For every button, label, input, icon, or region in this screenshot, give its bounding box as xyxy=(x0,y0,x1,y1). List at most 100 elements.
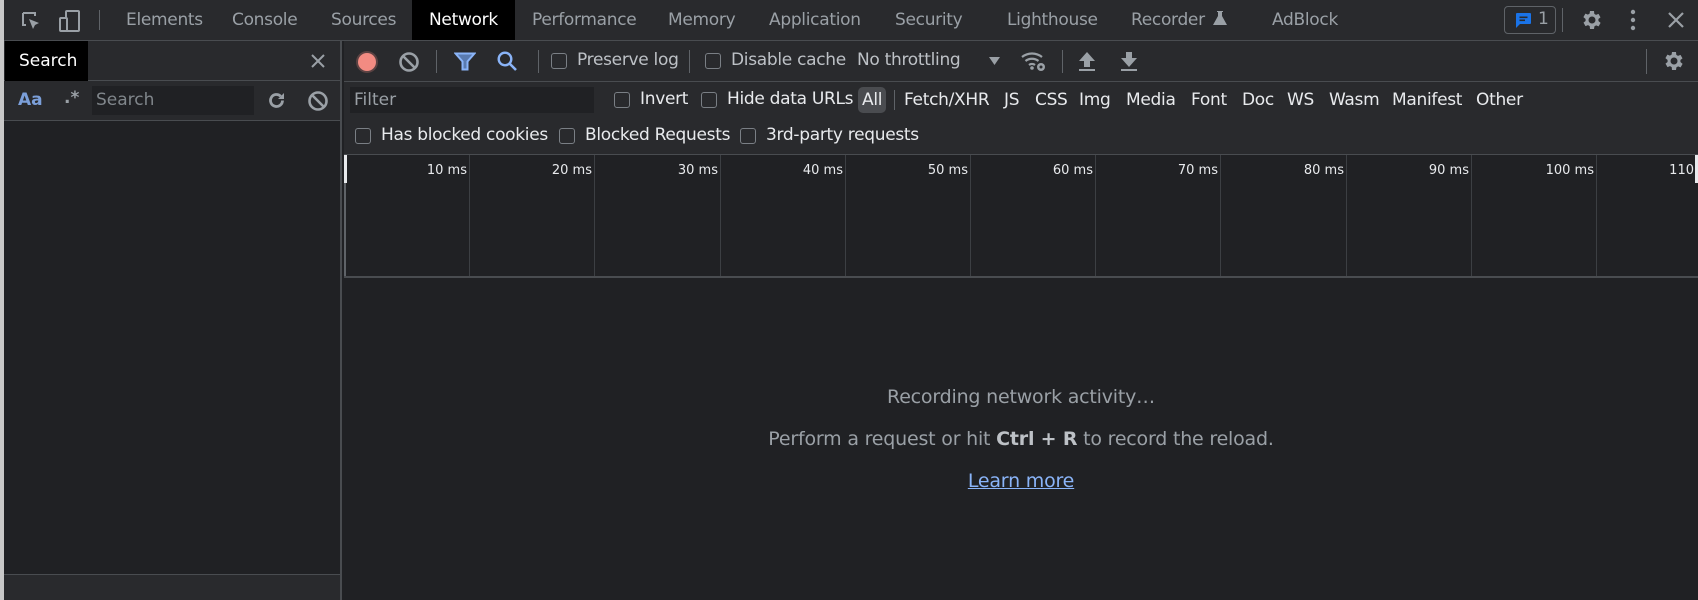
r-key: R xyxy=(1062,428,1078,450)
type-filter-manifest[interactable]: Manifest xyxy=(1392,82,1462,118)
timeline-tick-label: 20 ms xyxy=(551,163,592,178)
type-filter-font[interactable]: Font xyxy=(1191,82,1227,118)
divider xyxy=(538,50,539,73)
issues-badge[interactable]: 1 xyxy=(1504,6,1556,34)
experiment-flask-icon xyxy=(1212,11,1227,25)
throttling-select[interactable]: No throttling xyxy=(856,41,1006,81)
throttling-value: No throttling xyxy=(857,50,961,70)
preserve-log-label: Preserve log xyxy=(577,50,679,70)
timeline-gridline xyxy=(720,155,721,276)
timeline-tick-label: 40 ms xyxy=(802,163,843,178)
tab-console[interactable]: Console xyxy=(232,0,298,40)
tab-lighthouse[interactable]: Lighthouse xyxy=(1007,0,1098,40)
timeline-gridline xyxy=(1095,155,1096,276)
more-options-icon[interactable] xyxy=(1629,9,1637,31)
timeline-gridline xyxy=(469,155,470,276)
type-filter-wasm[interactable]: Wasm xyxy=(1329,82,1380,118)
recording-message: Recording network activity… xyxy=(887,386,1155,408)
third-party-requests-label: 3rd-party requests xyxy=(766,125,919,145)
timeline-overview[interactable]: 10 ms 20 ms 30 ms 40 ms 50 ms 60 ms 70 ms 80 ms… xyxy=(344,155,1698,278)
timeline-tick-label: 30 ms xyxy=(677,163,718,178)
type-filter-media[interactable]: Media xyxy=(1126,82,1176,118)
match-case-toggle[interactable]: Aa xyxy=(18,90,43,110)
filter-funnel-icon[interactable] xyxy=(454,52,476,72)
invert-checkbox[interactable] xyxy=(614,92,630,108)
preserve-log-checkbox[interactable] xyxy=(551,53,567,69)
timeline-gridline xyxy=(1471,155,1472,276)
hide-data-urls-checkbox[interactable] xyxy=(701,92,717,108)
network-settings-gear-icon[interactable] xyxy=(1662,49,1686,73)
reload-hint: Perform a request or hit Ctrl + R to rec… xyxy=(344,428,1698,450)
learn-more-link[interactable]: Learn more xyxy=(968,470,1075,492)
timeline-gridline xyxy=(1346,155,1347,276)
close-devtools-icon[interactable] xyxy=(1667,11,1685,29)
timeline-tick-label: 110 xyxy=(1669,163,1694,178)
tab-adblock[interactable]: AdBlock xyxy=(1272,0,1338,40)
devtools-tab-bar: Elements Console Sources Network Perform… xyxy=(4,0,1698,41)
invert-label: Invert xyxy=(640,89,689,109)
close-search-icon[interactable] xyxy=(310,53,326,69)
inspect-element-icon[interactable] xyxy=(20,10,42,32)
tab-sources[interactable]: Sources xyxy=(331,0,396,40)
tab-performance[interactable]: Performance xyxy=(532,0,637,40)
tab-recorder[interactable]: Recorder xyxy=(1131,0,1227,40)
clear-search-icon[interactable] xyxy=(307,90,329,112)
tab-elements[interactable]: Elements xyxy=(126,0,203,40)
divider xyxy=(436,50,437,73)
import-har-icon[interactable] xyxy=(1078,50,1096,72)
reload-hint-post: to record the reload. xyxy=(1077,428,1274,450)
timeline-gridline xyxy=(970,155,971,276)
type-filter-other[interactable]: Other xyxy=(1476,82,1523,118)
search-options-row: Aa .* Search xyxy=(4,81,340,121)
network-conditions-icon[interactable] xyxy=(1020,49,1048,73)
type-filter-css[interactable]: CSS xyxy=(1035,82,1068,118)
blocked-requests-checkbox[interactable] xyxy=(559,128,575,144)
search-drawer-tab[interactable]: Search xyxy=(5,41,88,81)
type-filter-js[interactable]: JS xyxy=(1004,82,1020,118)
settings-gear-icon[interactable] xyxy=(1580,8,1604,32)
regex-toggle[interactable]: .* xyxy=(64,88,79,108)
tab-application[interactable]: Application xyxy=(769,0,861,40)
timeline-tick-label: 90 ms xyxy=(1428,163,1469,178)
ctrl-key: Ctrl xyxy=(996,428,1035,450)
timeline-tick-label: 100 ms xyxy=(1545,163,1594,178)
timeline-tick-label: 60 ms xyxy=(1052,163,1093,178)
network-toolbar: Preserve log Disable cache No throttling xyxy=(344,41,1698,82)
record-button[interactable] xyxy=(355,50,379,74)
device-toolbar-icon[interactable] xyxy=(58,9,82,33)
divider xyxy=(99,10,100,30)
clear-log-icon[interactable] xyxy=(398,51,420,73)
tab-security[interactable]: Security xyxy=(895,0,963,40)
blocked-requests-label: Blocked Requests xyxy=(585,125,731,145)
refresh-icon[interactable] xyxy=(266,90,287,111)
dropdown-arrow-icon xyxy=(989,57,1000,65)
export-har-icon[interactable] xyxy=(1120,50,1138,72)
filter-input[interactable]: Filter xyxy=(350,87,594,113)
hide-data-urls-label: Hide data URLs xyxy=(727,89,854,109)
search-query-input[interactable]: Search xyxy=(92,86,254,115)
has-blocked-cookies-label: Has blocked cookies xyxy=(381,125,548,145)
tab-memory[interactable]: Memory xyxy=(668,0,736,40)
message-icon xyxy=(1516,13,1531,28)
third-party-requests-checkbox[interactable] xyxy=(740,128,756,144)
type-filter-all[interactable]: All xyxy=(858,87,887,113)
has-blocked-cookies-checkbox[interactable] xyxy=(355,128,371,144)
requests-empty-state: Recording network activity… Perform a re… xyxy=(344,278,1698,600)
type-filter-fetch-xhr[interactable]: Fetch/XHR xyxy=(904,82,990,118)
tab-network[interactable]: Network xyxy=(412,0,515,40)
type-filter-doc[interactable]: Doc xyxy=(1242,82,1274,118)
disable-cache-checkbox[interactable] xyxy=(705,53,721,69)
timeline-tick-label: 50 ms xyxy=(927,163,968,178)
reload-hint-pre: Perform a request or hit xyxy=(768,428,997,450)
type-filter-ws[interactable]: WS xyxy=(1287,82,1314,118)
timeline-gridline xyxy=(594,155,595,276)
search-icon[interactable] xyxy=(496,50,518,72)
issues-count: 1 xyxy=(1538,9,1549,29)
type-filter-img[interactable]: Img xyxy=(1079,82,1111,118)
timeline-left-handle[interactable] xyxy=(344,155,347,183)
tab-recorder-label: Recorder xyxy=(1131,10,1205,30)
divider xyxy=(1646,49,1647,74)
divider xyxy=(894,90,895,110)
timeline-gridline xyxy=(1220,155,1221,276)
filter-bar: Filter Invert Hide data URLs All Fetch/X… xyxy=(344,82,1698,155)
